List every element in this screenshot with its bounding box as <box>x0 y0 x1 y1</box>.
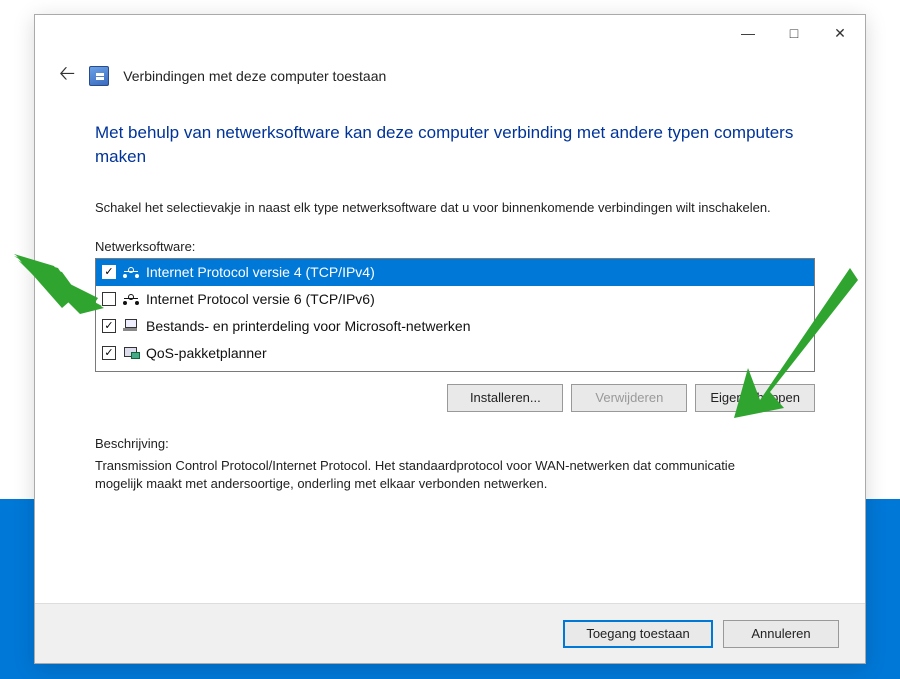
list-label: Netwerksoftware: <box>95 239 815 254</box>
window-title: Verbindingen met deze computer toestaan <box>123 68 386 84</box>
list-item-label: Internet Protocol versie 4 (TCP/IPv4) <box>146 264 375 280</box>
back-arrow-icon[interactable]: 🡠 <box>59 59 75 93</box>
dialog-window: — □ ✕ 🡠 Verbindingen met deze computer t… <box>34 14 866 664</box>
list-item-fileshare[interactable]: ✓ Bestands- en printerdeling voor Micros… <box>96 313 814 340</box>
install-button[interactable]: Installeren... <box>447 384 563 412</box>
protocol-icon <box>122 265 140 279</box>
app-icon <box>89 66 109 86</box>
network-software-listbox[interactable]: ✓ Internet Protocol versie 4 (TCP/IPv4) … <box>95 258 815 372</box>
protocol-icon <box>122 292 140 306</box>
checkbox-qos[interactable]: ✓ <box>102 346 116 360</box>
allow-access-button[interactable]: Toegang toestaan <box>563 620 713 648</box>
checkbox-fileshare[interactable]: ✓ <box>102 319 116 333</box>
remove-button: Verwijderen <box>571 384 687 412</box>
list-item-label: QoS-pakketplanner <box>146 345 267 361</box>
titlebar: — □ ✕ <box>35 15 865 51</box>
minimize-button[interactable]: — <box>725 17 771 49</box>
checkbox-ipv4[interactable]: ✓ <box>102 265 116 279</box>
list-item-qos[interactable]: ✓ QoS-pakketplanner <box>96 340 814 367</box>
instruction-text: Schakel het selectievakje in naast elk t… <box>95 199 815 217</box>
header-row: 🡠 Verbindingen met deze computer toestaa… <box>35 51 865 111</box>
qos-icon <box>122 346 140 360</box>
description-label: Beschrijving: <box>95 436 815 451</box>
maximize-button[interactable]: □ <box>771 17 817 49</box>
list-item-label: Bestands- en printerdeling voor Microsof… <box>146 318 471 334</box>
share-icon <box>122 319 140 333</box>
headline-text: Met behulp van netwerksoftware kan deze … <box>95 121 815 169</box>
cancel-button[interactable]: Annuleren <box>723 620 839 648</box>
checkbox-ipv6[interactable] <box>102 292 116 306</box>
properties-button[interactable]: Eigenschappen <box>695 384 815 412</box>
list-item-label: Internet Protocol versie 6 (TCP/IPv6) <box>146 291 375 307</box>
list-item-ipv6[interactable]: Internet Protocol versie 6 (TCP/IPv6) <box>96 286 814 313</box>
description-text: Transmission Control Protocol/Internet P… <box>95 457 735 493</box>
content-area: Met behulp van netwerksoftware kan deze … <box>35 111 865 603</box>
close-button[interactable]: ✕ <box>817 17 863 49</box>
button-row: Installeren... Verwijderen Eigenschappen <box>95 384 815 412</box>
dialog-footer: Toegang toestaan Annuleren <box>35 603 865 663</box>
list-item-ipv4[interactable]: ✓ Internet Protocol versie 4 (TCP/IPv4) <box>96 259 814 286</box>
